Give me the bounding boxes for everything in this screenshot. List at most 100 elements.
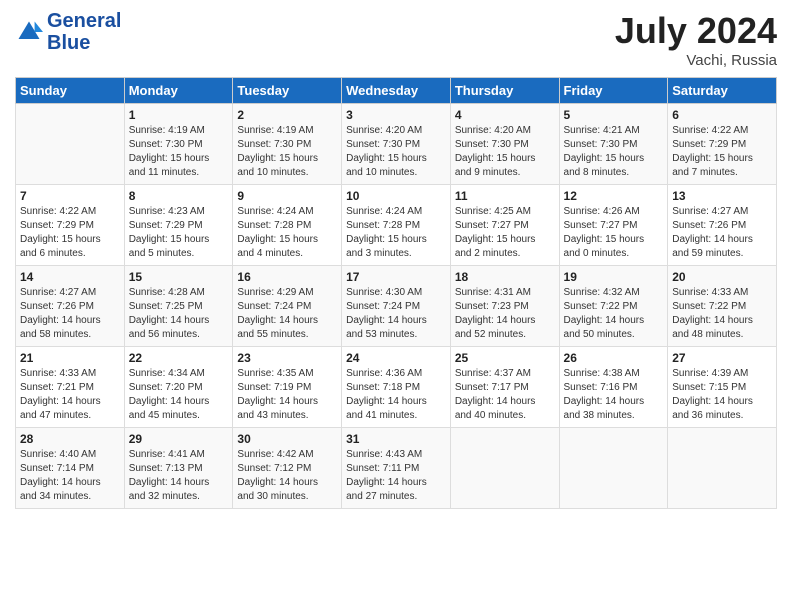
calendar-cell xyxy=(16,104,125,185)
day-info: Sunrise: 4:19 AMSunset: 7:30 PMDaylight:… xyxy=(129,124,229,180)
day-number: 18 xyxy=(455,270,555,284)
calendar-header-wednesday: Wednesday xyxy=(342,78,451,104)
day-number: 30 xyxy=(237,432,337,446)
logo: General Blue xyxy=(15,10,121,54)
calendar-cell: 16Sunrise: 4:29 AMSunset: 7:24 PMDayligh… xyxy=(233,266,342,347)
day-info: Sunrise: 4:27 AMSunset: 7:26 PMDaylight:… xyxy=(672,205,772,261)
calendar-header-saturday: Saturday xyxy=(668,78,777,104)
day-info: Sunrise: 4:22 AMSunset: 7:29 PMDaylight:… xyxy=(20,205,120,261)
day-info: Sunrise: 4:21 AMSunset: 7:30 PMDaylight:… xyxy=(564,124,664,180)
day-number: 7 xyxy=(20,189,120,203)
day-number: 5 xyxy=(564,108,664,122)
day-number: 20 xyxy=(672,270,772,284)
day-info: Sunrise: 4:36 AMSunset: 7:18 PMDaylight:… xyxy=(346,367,446,423)
day-info: Sunrise: 4:39 AMSunset: 7:15 PMDaylight:… xyxy=(672,367,772,423)
calendar-cell: 10 Sunrise: 4:24 AMSunset: 7:28 PMDayligh… xyxy=(342,185,451,266)
day-info: Sunrise: 4:35 AMSunset: 7:19 PMDaylight:… xyxy=(237,367,337,423)
day-info: Sunrise: 4:38 AMSunset: 7:16 PMDaylight:… xyxy=(564,367,664,423)
day-number: 16 xyxy=(237,270,337,284)
calendar-cell: 20 Sunrise: 4:33 AMSunset: 7:22 PMDayligh… xyxy=(668,266,777,347)
calendar-cell: 19 Sunrise: 4:32 AMSunset: 7:22 PMDayligh… xyxy=(559,266,668,347)
day-number: 11 xyxy=(455,189,555,203)
calendar-cell: 28 Sunrise: 4:40 AMSunset: 7:14 PMDayligh… xyxy=(16,428,125,509)
day-number: 24 xyxy=(346,351,446,365)
calendar-cell: 12 Sunrise: 4:26 AMSunset: 7:27 PMDayligh… xyxy=(559,185,668,266)
day-info: Sunrise: 4:37 AMSunset: 7:17 PMDaylight:… xyxy=(455,367,555,423)
calendar-cell: 3Sunrise: 4:20 AMSunset: 7:30 PMDaylight… xyxy=(342,104,451,185)
day-number: 12 xyxy=(564,189,664,203)
calendar-week-3: 14Sunrise: 4:27 AMSunset: 7:26 PMDayligh… xyxy=(16,266,777,347)
day-info: Sunrise: 4:19 AMSunset: 7:30 PMDaylight:… xyxy=(237,124,337,180)
day-info: Sunrise: 4:26 AMSunset: 7:27 PMDaylight:… xyxy=(564,205,664,261)
day-number: 17 xyxy=(346,270,446,284)
calendar-cell: 6Sunrise: 4:22 AMSunset: 7:29 PMDaylight… xyxy=(668,104,777,185)
logo-line2: Blue xyxy=(47,32,121,54)
logo-text: General Blue xyxy=(47,10,121,54)
day-number: 31 xyxy=(346,432,446,446)
calendar-cell xyxy=(668,428,777,509)
calendar-header-thursday: Thursday xyxy=(450,78,559,104)
day-info: Sunrise: 4:28 AMSunset: 7:25 PMDaylight:… xyxy=(129,286,229,342)
day-info: Sunrise: 4:27 AMSunset: 7:26 PMDaylight:… xyxy=(20,286,120,342)
calendar-cell: 15Sunrise: 4:28 AMSunset: 7:25 PMDayligh… xyxy=(124,266,233,347)
calendar-cell: 27 Sunrise: 4:39 AMSunset: 7:15 PMDayligh… xyxy=(668,347,777,428)
calendar-cell: 9Sunrise: 4:24 AMSunset: 7:28 PMDaylight… xyxy=(233,185,342,266)
day-number: 25 xyxy=(455,351,555,365)
day-info: Sunrise: 4:31 AMSunset: 7:23 PMDaylight:… xyxy=(455,286,555,342)
day-info: Sunrise: 4:25 AMSunset: 7:27 PMDaylight:… xyxy=(455,205,555,261)
calendar-week-4: 21 Sunrise: 4:33 AMSunset: 7:21 PMDayligh… xyxy=(16,347,777,428)
day-info: Sunrise: 4:20 AMSunset: 7:30 PMDaylight:… xyxy=(346,124,446,180)
title-block: July 2024 Vachi, Russia xyxy=(615,10,777,69)
calendar-cell: 21 Sunrise: 4:33 AMSunset: 7:21 PMDayligh… xyxy=(16,347,125,428)
day-info: Sunrise: 4:24 AMSunset: 7:28 PMDaylight:… xyxy=(346,205,446,261)
day-info: Sunrise: 4:41 AMSunset: 7:13 PMDaylight:… xyxy=(129,448,229,504)
day-number: 27 xyxy=(672,351,772,365)
day-info: Sunrise: 4:20 AMSunset: 7:30 PMDaylight:… xyxy=(455,124,555,180)
calendar-cell xyxy=(450,428,559,509)
calendar-cell: 7 Sunrise: 4:22 AMSunset: 7:29 PMDaylight… xyxy=(16,185,125,266)
logo-line1: General xyxy=(47,10,121,32)
calendar-cell: 11 Sunrise: 4:25 AMSunset: 7:27 PMDayligh… xyxy=(450,185,559,266)
day-number: 28 xyxy=(20,432,120,446)
day-number: 26 xyxy=(564,351,664,365)
day-info: Sunrise: 4:23 AMSunset: 7:29 PMDaylight:… xyxy=(129,205,229,261)
day-number: 1 xyxy=(129,108,229,122)
calendar-cell: 1 Sunrise: 4:19 AMSunset: 7:30 PMDaylight… xyxy=(124,104,233,185)
day-info: Sunrise: 4:33 AMSunset: 7:22 PMDaylight:… xyxy=(672,286,772,342)
calendar-cell: 22 Sunrise: 4:34 AMSunset: 7:20 PMDayligh… xyxy=(124,347,233,428)
calendar-cell: 17Sunrise: 4:30 AMSunset: 7:24 PMDayligh… xyxy=(342,266,451,347)
calendar-cell xyxy=(559,428,668,509)
calendar-header-row: SundayMondayTuesdayWednesdayThursdayFrid… xyxy=(16,78,777,104)
calendar-week-2: 7 Sunrise: 4:22 AMSunset: 7:29 PMDaylight… xyxy=(16,185,777,266)
day-number: 22 xyxy=(129,351,229,365)
calendar-header-tuesday: Tuesday xyxy=(233,78,342,104)
day-number: 29 xyxy=(129,432,229,446)
calendar-cell: 29 Sunrise: 4:41 AMSunset: 7:13 PMDayligh… xyxy=(124,428,233,509)
calendar-cell: 26 Sunrise: 4:38 AMSunset: 7:16 PMDayligh… xyxy=(559,347,668,428)
calendar-cell: 8Sunrise: 4:23 AMSunset: 7:29 PMDaylight… xyxy=(124,185,233,266)
calendar-cell: 18 Sunrise: 4:31 AMSunset: 7:23 PMDayligh… xyxy=(450,266,559,347)
day-number: 6 xyxy=(672,108,772,122)
day-info: Sunrise: 4:40 AMSunset: 7:14 PMDaylight:… xyxy=(20,448,120,504)
calendar-cell: 30 Sunrise: 4:42 AMSunset: 7:12 PMDayligh… xyxy=(233,428,342,509)
calendar-cell: 2Sunrise: 4:19 AMSunset: 7:30 PMDaylight… xyxy=(233,104,342,185)
calendar-cell: 5 Sunrise: 4:21 AMSunset: 7:30 PMDaylight… xyxy=(559,104,668,185)
month-title: July 2024 xyxy=(615,10,777,52)
calendar-cell: 31 Sunrise: 4:43 AMSunset: 7:11 PMDayligh… xyxy=(342,428,451,509)
calendar-cell: 25 Sunrise: 4:37 AMSunset: 7:17 PMDayligh… xyxy=(450,347,559,428)
calendar-header-monday: Monday xyxy=(124,78,233,104)
day-number: 13 xyxy=(672,189,772,203)
calendar-cell: 4Sunrise: 4:20 AMSunset: 7:30 PMDaylight… xyxy=(450,104,559,185)
calendar-cell: 24 Sunrise: 4:36 AMSunset: 7:18 PMDayligh… xyxy=(342,347,451,428)
day-info: Sunrise: 4:43 AMSunset: 7:11 PMDaylight:… xyxy=(346,448,446,504)
day-number: 21 xyxy=(20,351,120,365)
day-info: Sunrise: 4:32 AMSunset: 7:22 PMDaylight:… xyxy=(564,286,664,342)
day-info: Sunrise: 4:34 AMSunset: 7:20 PMDaylight:… xyxy=(129,367,229,423)
day-number: 10 xyxy=(346,189,446,203)
calendar-cell: 14Sunrise: 4:27 AMSunset: 7:26 PMDayligh… xyxy=(16,266,125,347)
calendar-header-friday: Friday xyxy=(559,78,668,104)
logo-icon xyxy=(15,18,43,46)
day-info: Sunrise: 4:33 AMSunset: 7:21 PMDaylight:… xyxy=(20,367,120,423)
day-info: Sunrise: 4:42 AMSunset: 7:12 PMDaylight:… xyxy=(237,448,337,504)
day-number: 19 xyxy=(564,270,664,284)
